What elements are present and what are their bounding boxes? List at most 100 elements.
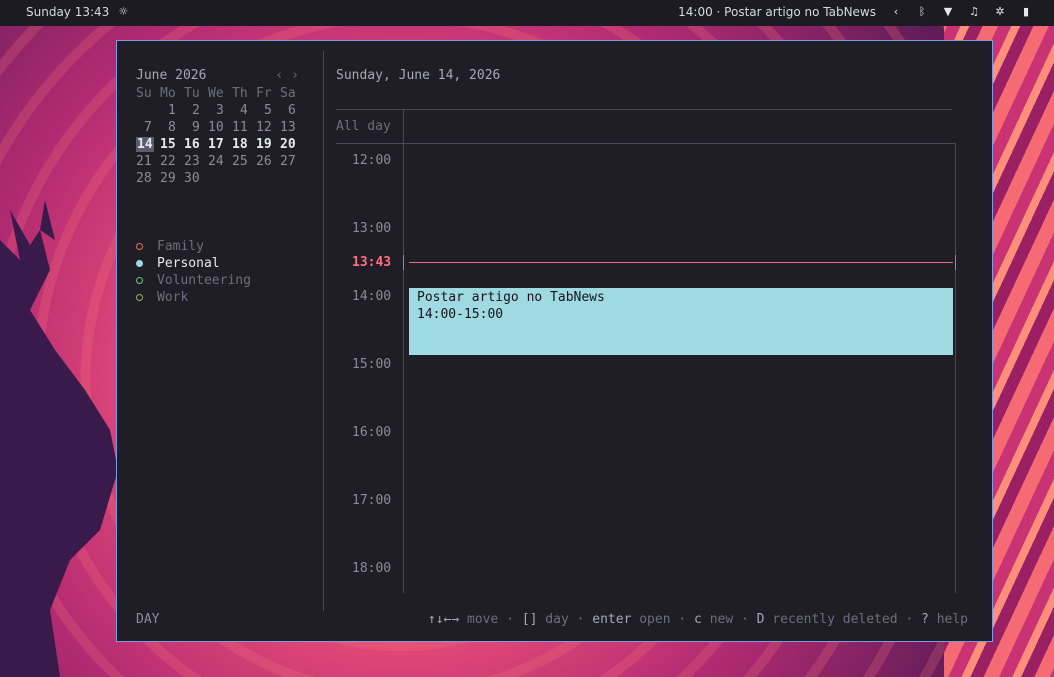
day-cell-today[interactable]: 14 — [136, 136, 160, 153]
day-cell[interactable]: 5 — [256, 102, 280, 119]
now-indicator-tick — [403, 255, 404, 270]
day-cell[interactable]: 13 — [280, 119, 304, 136]
view-mode: DAY — [136, 612, 160, 627]
weekday-header: Th — [232, 86, 248, 101]
day-cell[interactable]: 2 — [184, 102, 208, 119]
day-cell — [208, 170, 232, 187]
month-header: June 2026 ‹ › — [136, 68, 299, 84]
keybinding-help: ↑↓←→ move · [] day · enter open · c new … — [428, 612, 968, 627]
prev-month-button[interactable]: ‹ — [275, 68, 283, 83]
calendar-list: Family Personal Volunteering Work — [136, 238, 251, 306]
month-title: June 2026 — [136, 68, 207, 83]
clock[interactable]: Sunday 13:43 — [26, 5, 109, 19]
day-cell[interactable]: 30 — [184, 170, 208, 187]
hour-label: 15:00 — [352, 357, 392, 372]
day-cell[interactable]: 6 — [280, 102, 304, 119]
time-grid-left-border — [403, 109, 404, 593]
day-cell[interactable]: 21 — [136, 153, 160, 170]
help-key: enter — [592, 612, 632, 627]
top-bar: Sunday 13:43 ☼ 14:00 · Postar artigo no … — [0, 0, 1054, 26]
help-label: recently deleted — [772, 612, 898, 627]
today-highlight: 14 — [136, 137, 154, 152]
weekday-header: Mo — [160, 86, 176, 101]
day-cell[interactable]: 29 — [160, 170, 184, 187]
wifi-icon[interactable]: ▼ — [942, 5, 954, 19]
help-label: help — [936, 612, 968, 627]
sidebar-divider — [323, 51, 324, 611]
day-cell[interactable]: 16 — [184, 136, 208, 153]
help-separator: · — [568, 612, 593, 627]
now-indicator-tick — [955, 255, 956, 270]
all-day-top-line — [336, 109, 952, 110]
help-separator: · — [897, 612, 922, 627]
settings-icon[interactable]: ✲ — [994, 5, 1006, 19]
day-cell[interactable]: 20 — [280, 136, 304, 153]
weekday-header: Fr — [256, 86, 272, 101]
bluetooth-icon[interactable]: ᛒ — [916, 5, 928, 19]
day-cell[interactable]: 8 — [160, 119, 184, 136]
cloud-sun-icon[interactable]: ☼ — [117, 5, 129, 19]
hour-label: 17:00 — [352, 493, 392, 508]
help-separator: · — [670, 612, 695, 627]
day-cell — [256, 170, 280, 187]
calendar-name: Work — [157, 290, 189, 305]
weekday-header: We — [208, 86, 224, 101]
hour-label: 13:00 — [352, 221, 392, 236]
calendar-item-family[interactable]: Family — [136, 238, 251, 255]
help-key: ? — [921, 612, 929, 627]
day-cell — [232, 170, 256, 187]
day-cell[interactable]: 26 — [256, 153, 280, 170]
day-cell[interactable]: 25 — [232, 153, 256, 170]
day-cell — [280, 170, 304, 187]
day-cell[interactable]: 1 — [160, 102, 184, 119]
calendar-window: June 2026 ‹ › Su Mo Tu We Th Fr Sa 1 2 3 4 5 6 7 8 9 10 1… — [116, 40, 993, 642]
calendar-name: Volunteering — [157, 273, 251, 288]
calendar-item-volunteering[interactable]: Volunteering — [136, 272, 251, 289]
help-label: open — [639, 612, 671, 627]
day-cell[interactable]: 3 — [208, 102, 232, 119]
calendar-color-dot — [136, 277, 143, 284]
day-cell[interactable]: 22 — [160, 153, 184, 170]
next-month-button[interactable]: › — [291, 68, 299, 83]
time-grid-top-border — [336, 143, 956, 144]
day-cell[interactable]: 7 — [136, 119, 160, 136]
hour-label: 14:00 — [352, 289, 392, 304]
day-cell[interactable]: 12 — [256, 119, 280, 136]
help-separator: · — [498, 612, 522, 627]
event-block[interactable]: Postar artigo no TabNews 14:00-15:00 — [409, 288, 953, 355]
day-cell[interactable]: 23 — [184, 153, 208, 170]
day-cell[interactable]: 10 — [208, 119, 232, 136]
hour-label: 12:00 — [352, 153, 392, 168]
weekday-header: Sa — [280, 86, 296, 101]
calendar-color-dot — [136, 294, 143, 301]
help-key: ↑↓←→ — [427, 612, 460, 627]
day-cell[interactable]: 4 — [232, 102, 256, 119]
day-cell[interactable]: 27 — [280, 153, 304, 170]
day-cell[interactable]: 17 — [208, 136, 232, 153]
upcoming-event[interactable]: 14:00 · Postar artigo no TabNews — [678, 5, 876, 19]
day-cell[interactable]: 19 — [256, 136, 280, 153]
battery-icon[interactable]: ▮ — [1020, 5, 1032, 19]
help-label: move — [467, 612, 499, 627]
help-separator: · — [733, 612, 757, 627]
hour-label: 16:00 — [352, 425, 392, 440]
day-cell[interactable]: 28 — [136, 170, 160, 187]
help-label: new — [709, 612, 734, 627]
day-cell[interactable]: 9 — [184, 119, 208, 136]
calendar-item-personal[interactable]: Personal — [136, 255, 251, 272]
calendar-item-work[interactable]: Work — [136, 289, 251, 306]
weekday-header: Su — [136, 86, 152, 101]
event-time: 14:00-15:00 — [417, 307, 504, 322]
day-cell[interactable]: 24 — [208, 153, 232, 170]
headphones-icon[interactable]: ♫ — [968, 5, 980, 19]
hour-label: 18:00 — [352, 561, 392, 576]
time-grid-right-border — [955, 143, 956, 593]
calendar-name: Personal — [157, 256, 220, 271]
current-time-label: 13:43 — [352, 255, 392, 270]
all-day-label: All day — [336, 119, 391, 134]
help-key: [] — [521, 612, 538, 627]
day-cell[interactable]: 15 — [160, 136, 184, 153]
day-cell[interactable]: 11 — [232, 119, 256, 136]
day-cell[interactable]: 18 — [232, 136, 256, 153]
chevron-left-icon[interactable]: ‹ — [890, 5, 902, 19]
